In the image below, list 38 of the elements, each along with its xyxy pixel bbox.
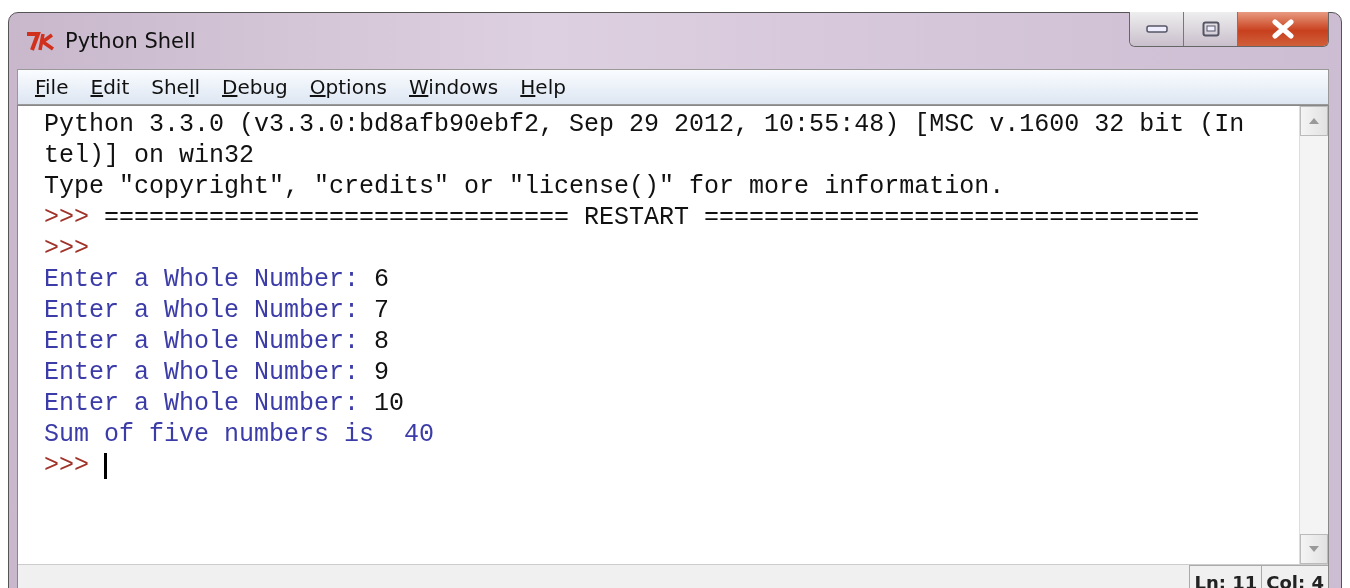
minimize-button[interactable]: [1130, 12, 1184, 46]
menu-item[interactable]: Shell: [142, 73, 210, 101]
input-text: 10: [374, 388, 405, 419]
scroll-up-button[interactable]: [1300, 106, 1328, 136]
menu-item[interactable]: Help: [511, 73, 575, 101]
window-title: Python Shell: [65, 29, 197, 53]
maximize-button[interactable]: [1184, 12, 1238, 46]
program-output: Enter a Whole Number:: [44, 388, 360, 419]
scroll-down-button[interactable]: [1300, 534, 1328, 564]
close-button[interactable]: [1238, 12, 1328, 46]
menu-item[interactable]: Options: [300, 73, 396, 101]
minimize-icon: [1145, 25, 1168, 33]
menu-item[interactable]: Edit: [81, 73, 139, 101]
program-output: Enter a Whole Number:: [44, 357, 360, 388]
input-text: 6: [374, 264, 390, 295]
program-output: Enter a Whole Number:: [44, 264, 360, 295]
program-output: Enter a Whole Number:: [44, 295, 360, 326]
shell-prompt: >>>: [44, 450, 89, 481]
input-text: 9: [374, 357, 390, 388]
menu-item[interactable]: Windows: [400, 73, 508, 101]
shell-prompt: >>>: [44, 233, 89, 264]
maximize-icon: [1201, 21, 1220, 37]
shell-text: =============================== RESTART =================================: [104, 202, 1200, 233]
input-text: 8: [374, 326, 390, 357]
shell-text: Type "copyright", "credits" or "license()" for more information.: [44, 171, 1005, 202]
shell-text: tel)] on win32: [44, 140, 255, 171]
program-output: Enter a Whole Number:: [44, 326, 360, 357]
shell-text: Python 3.3.0 (v3.3.0:bd8afb90ebf2, Sep 29 2012, 10:55:48) [MSC v.1600 32 bit (In: [44, 109, 1245, 140]
text-cursor: [104, 453, 107, 479]
down-arrow-icon: [1309, 546, 1319, 552]
menu-item[interactable]: File: [26, 73, 78, 101]
program-output: Sum of five numbers is 40: [44, 419, 435, 450]
menu-item[interactable]: Debug: [213, 73, 297, 101]
input-text: 7: [374, 295, 390, 326]
app-logo-icon: [25, 30, 57, 52]
up-arrow-icon: [1309, 118, 1319, 124]
close-icon: [1271, 19, 1295, 39]
shell-prompt: >>>: [44, 202, 89, 233]
